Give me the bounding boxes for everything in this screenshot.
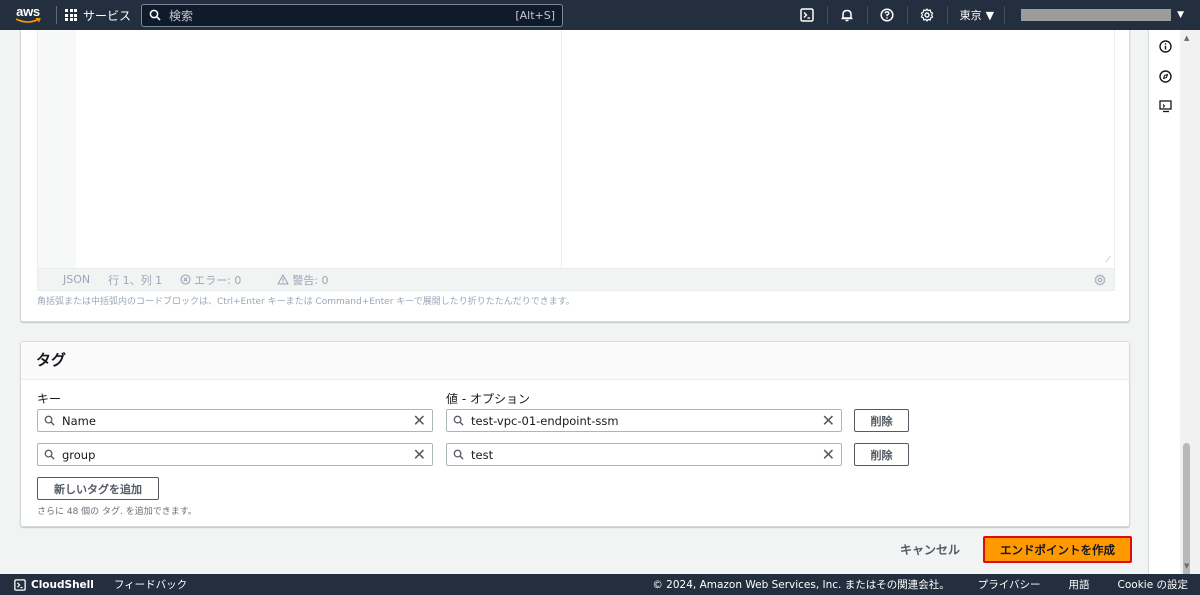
editor-gutter — [38, 30, 76, 268]
terminal-icon — [14, 578, 26, 591]
screen-feedback-icon — [1158, 99, 1172, 112]
search-placeholder: 検索 — [169, 8, 194, 23]
tag-key-label: キー — [37, 392, 62, 406]
aws-logo[interactable]: aws — [6, 0, 50, 30]
clear-icon[interactable]: ✕ — [822, 412, 835, 429]
bell-icon — [841, 9, 853, 22]
nav-divider — [1004, 6, 1006, 24]
editor-settings-button[interactable] — [1094, 273, 1106, 286]
region-selector[interactable]: 東京 ▼ — [948, 7, 1004, 23]
clear-icon[interactable]: ✕ — [413, 412, 426, 429]
region-label: 東京 — [959, 9, 982, 22]
code-editor[interactable]: ⟋ — [37, 30, 1115, 268]
notifications-button[interactable] — [828, 0, 867, 30]
account-caret-down-icon[interactable]: ▼ — [1177, 10, 1184, 20]
info-panel-button[interactable] — [1149, 32, 1181, 60]
help-icon — [880, 8, 894, 22]
remove-tag-button[interactable]: 削除 — [854, 443, 909, 466]
scroll-down-icon[interactable]: ▼ — [1184, 562, 1189, 570]
terms-link[interactable]: 用語 — [1069, 577, 1090, 592]
editor-warnings[interactable]: 警告: 0 — [277, 272, 346, 288]
nav-right-group: 東京 ▼ ▼ — [788, 0, 1200, 30]
tags-title: タグ — [21, 342, 1129, 380]
clear-icon[interactable]: ✕ — [822, 446, 835, 463]
tag-key-value: Name — [62, 413, 96, 428]
resize-handle-icon[interactable]: ⟋ — [1105, 255, 1111, 265]
terminal-icon — [800, 8, 814, 22]
search-shortcut: [Alt+S] — [515, 8, 556, 22]
tag-value-value: test — [471, 447, 494, 462]
search-icon — [149, 9, 161, 21]
services-label: サービス — [83, 8, 132, 23]
editor-errors-label: エラー: 0 — [194, 273, 242, 287]
editor-print-margin — [561, 30, 562, 268]
warning-icon — [277, 274, 289, 285]
tag-key-input[interactable]: Name ✕ — [37, 409, 433, 432]
tag-key-value: group — [62, 447, 96, 462]
search-input[interactable]: 検索 [Alt+S] — [141, 3, 564, 27]
settings-button[interactable] — [908, 0, 947, 30]
grid-icon — [65, 9, 77, 21]
tag-value-input[interactable]: test-vpc-01-endpoint-ssm ✕ — [446, 409, 842, 432]
account-menu-redacted[interactable] — [1021, 9, 1172, 21]
editor-cursor-position: 行 1、列 1 — [108, 273, 163, 287]
aws-logo-text: aws — [16, 4, 40, 19]
cloudshell-nav-button[interactable] — [788, 0, 827, 30]
utility-side-panel — [1148, 30, 1180, 574]
cloudshell-footer-button[interactable]: CloudShell — [14, 579, 94, 591]
compass-icon — [1158, 69, 1172, 83]
gear-icon — [1094, 273, 1106, 286]
tag-key-input[interactable]: group ✕ — [37, 443, 433, 466]
search-icon — [44, 449, 55, 460]
caret-down-icon: ▼ — [985, 8, 995, 22]
help-button[interactable] — [868, 0, 907, 30]
feedback-panel-button[interactable] — [1149, 92, 1181, 120]
remove-tag-button[interactable]: 削除 — [854, 409, 909, 432]
cloudshell-label: CloudShell — [31, 578, 94, 591]
tutorial-panel-button[interactable] — [1149, 62, 1181, 90]
info-icon — [1158, 39, 1172, 53]
copyright-text: © 2024, Amazon Web Services, Inc. またはその関… — [652, 579, 950, 591]
smile-icon — [15, 18, 41, 23]
tags-remaining-note: さらに 48 個の タグ. を追加できます。 — [37, 507, 197, 517]
footer-bar: CloudShell フィードバック © 2024, Amazon Web Se… — [0, 574, 1200, 595]
editor-errors[interactable]: エラー: 0 — [180, 272, 259, 288]
top-navigation: aws サービス 検索 [Alt+S] 東京 ▼ ▼ — [0, 0, 1200, 30]
tag-value-input[interactable]: test ✕ — [446, 443, 842, 466]
editor-mode: JSON — [63, 273, 91, 286]
editor-status-bar: JSON 行 1、列 1 エラー: 0 警告: 0 — [37, 268, 1115, 291]
error-icon — [180, 274, 191, 285]
services-menu-button[interactable]: サービス — [65, 7, 131, 24]
add-tag-button[interactable]: 新しいタグを追加 — [37, 477, 159, 500]
gear-icon — [920, 8, 934, 22]
tag-value-label: 値 - オプション — [446, 392, 530, 406]
policy-card: ⟋ JSON 行 1、列 1 エラー: 0 警告: 0 角括弧または中括弧内のコ… — [20, 30, 1130, 322]
page-scrollbar[interactable]: ▲ ▼ — [1180, 30, 1200, 589]
scroll-up-icon[interactable]: ▲ — [1184, 34, 1189, 42]
tags-card: タグ キー 値 - オプション Name ✕ test-vpc-01-endpo… — [20, 341, 1130, 527]
search-icon — [453, 449, 464, 460]
footer-links: © 2024, Amazon Web Services, Inc. またはその関… — [652, 577, 1188, 592]
cancel-button[interactable]: キャンセル — [900, 541, 960, 558]
nav-divider — [56, 6, 57, 24]
search-icon — [453, 415, 464, 426]
tag-value-value: test-vpc-01-endpoint-ssm — [471, 413, 619, 428]
editor-hint: 角括弧または中括弧内のコードブロックは、Ctrl+Enter キーまたは Com… — [37, 297, 575, 307]
privacy-link[interactable]: プライバシー — [978, 577, 1041, 592]
editor-warnings-label: 警告: 0 — [292, 273, 329, 287]
cookie-settings-link[interactable]: Cookie の設定 — [1118, 577, 1188, 592]
feedback-link[interactable]: フィードバック — [114, 577, 187, 592]
create-endpoint-button[interactable]: エンドポイントを作成 — [983, 536, 1132, 563]
search-icon — [44, 415, 55, 426]
clear-icon[interactable]: ✕ — [413, 446, 426, 463]
